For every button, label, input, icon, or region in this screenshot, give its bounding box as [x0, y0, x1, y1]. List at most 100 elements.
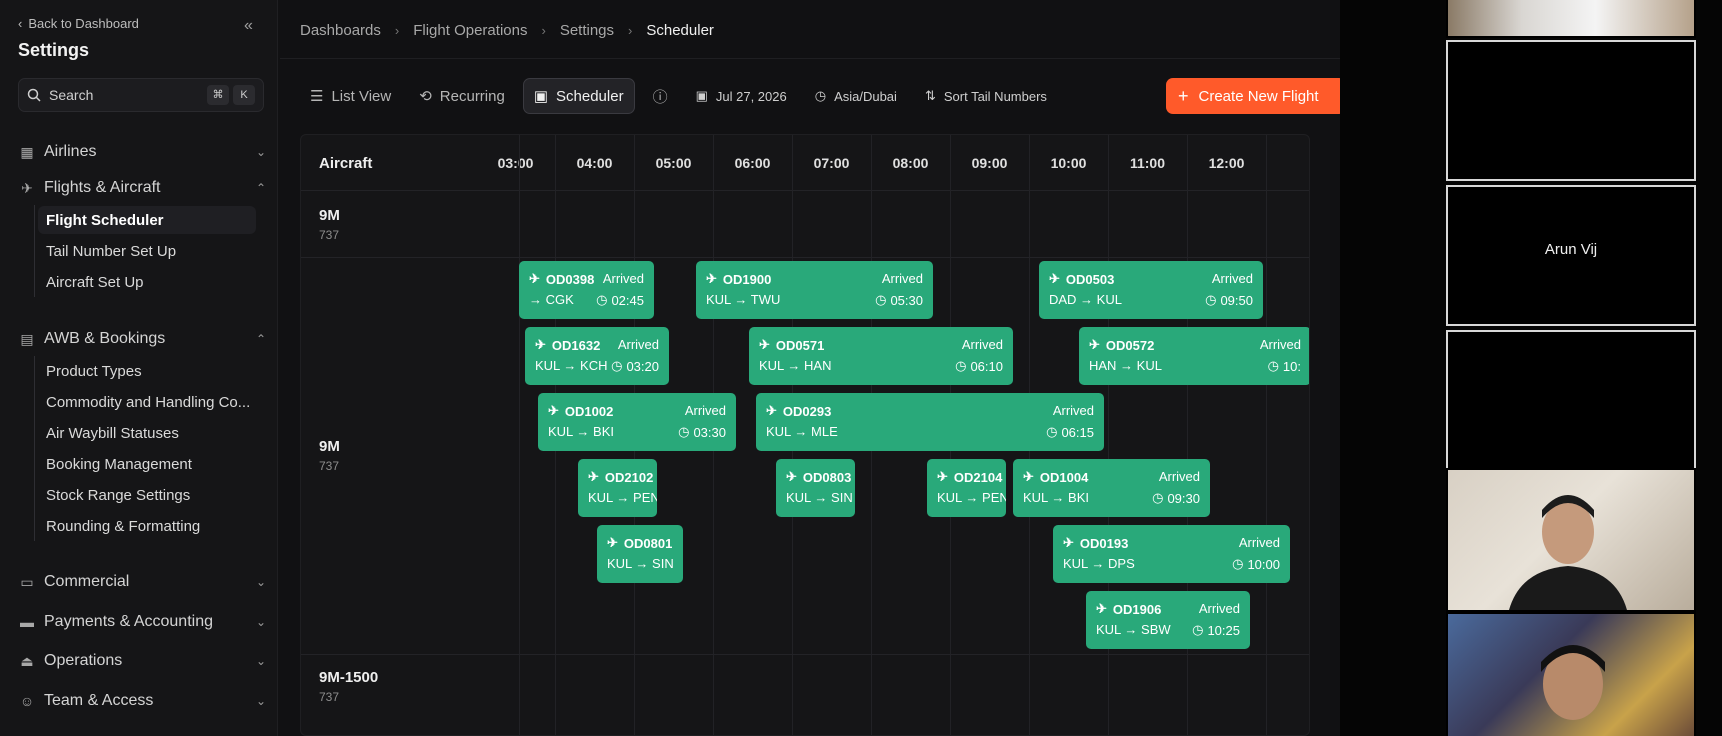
flight-block[interactable]: ✈ OD0293 Arrived KUL → MLE ◷ 06:15 — [756, 393, 1104, 451]
flight-number: OD0803 — [802, 469, 852, 485]
plane-icon: ✈ — [1023, 469, 1034, 484]
tail-number: 9M-1500 — [319, 669, 379, 686]
building-icon: ▦ — [20, 143, 34, 160]
breadcrumb-dashboards[interactable]: Dashboards — [300, 22, 381, 39]
video-tile — [1446, 612, 1696, 736]
hour-label: 04:00 — [576, 155, 613, 171]
flight-number: OD1002 — [564, 403, 614, 419]
nav-group-payments[interactable]: ▬ Payments & Accounting ⌄ — [18, 609, 266, 635]
flight-block[interactable]: ✈ OD0572 Arrived HAN → KUL ◷ 10: — [1079, 327, 1309, 385]
sidebar-item-product-types[interactable]: Product Types — [38, 357, 256, 385]
flight-number: OD0572 — [1105, 337, 1155, 353]
header-divider — [280, 58, 1340, 59]
flight-route: KUL → BKI — [548, 424, 614, 439]
sidebar-item-booking-management[interactable]: Booking Management — [38, 450, 256, 478]
list-view-button[interactable]: ☰ List View — [300, 78, 401, 114]
tail-number: 9M — [319, 207, 340, 224]
clock-icon: ◷ — [678, 424, 690, 439]
flight-number: OD2102 — [604, 469, 654, 485]
back-to-dashboard-link[interactable]: ‹ Back to Dashboard — [18, 16, 139, 31]
toolbar: ☰ List View ⟲ Recurring ▣ Scheduler ⓘ ▣ … — [300, 78, 1057, 114]
flight-number: OD0193 — [1079, 535, 1129, 551]
date-value: Jul 27, 2026 — [715, 88, 787, 104]
flight-block[interactable]: ✈ OD2102 KUL → PEN — [578, 459, 657, 517]
aircraft-type: 737 — [319, 459, 340, 473]
flight-number: OD1900 — [722, 271, 772, 287]
plane-icon: ✈ — [1049, 271, 1060, 286]
hour-label: 05:00 — [655, 155, 692, 171]
flight-block[interactable]: ✈ OD1900 Arrived KUL → TWU ◷ 05:30 — [696, 261, 933, 319]
calendar-icon: ▣ — [695, 88, 708, 103]
flight-block[interactable]: ✈ OD0803 KUL → SIN — [776, 459, 855, 517]
flight-number: OD0801 — [623, 535, 673, 551]
hour-label: 07:00 — [813, 155, 850, 171]
flight-route: KUL → TWU — [706, 292, 781, 307]
nav-group-airlines[interactable]: ▦ Airlines ⌄ — [18, 139, 266, 165]
flight-number: OD0503 — [1065, 271, 1115, 287]
flight-block[interactable]: ✈ OD0801 KUL → SIN — [597, 525, 683, 583]
nav-group-commercial[interactable]: ▭ Commercial ⌄ — [18, 569, 266, 595]
flight-route: KUL → DPS — [1063, 556, 1135, 571]
chevron-left-icon: ‹ — [18, 16, 23, 31]
sidebar-item-flight-scheduler[interactable]: Flight Scheduler — [38, 206, 256, 234]
flight-route: DAD → KUL — [1049, 292, 1122, 307]
sidebar-item-commodity-handling[interactable]: Commodity and Handling Co... — [38, 388, 256, 416]
create-label: Create New Flight — [1198, 87, 1319, 105]
flight-block[interactable]: ✈ OD0398 Arrived → CGK ◷ 02:45 — [519, 261, 654, 319]
breadcrumb-settings[interactable]: Settings — [560, 22, 614, 39]
tail-number: 9M — [319, 438, 340, 455]
recurring-button[interactable]: ⟲ Recurring — [409, 78, 515, 114]
flight-block[interactable]: ✈ OD1906 Arrived KUL → SBW ◷ 10:25 — [1086, 591, 1250, 649]
nav-group-awb-bookings[interactable]: ▤ AWB & Bookings ⌃ — [18, 326, 266, 352]
back-label: Back to Dashboard — [28, 16, 139, 31]
clock-icon: ◷ — [611, 358, 623, 373]
flight-number: OD1632 — [551, 337, 601, 353]
breadcrumb-scheduler: Scheduler — [646, 22, 714, 39]
document-icon: ▤ — [20, 330, 34, 347]
nav-group-flights-aircraft[interactable]: ✈ Flights & Aircraft ⌃ — [18, 175, 266, 201]
calendar-icon: ▣ — [533, 88, 549, 105]
operations-icon: ⏏ — [20, 652, 34, 669]
flight-block[interactable]: ✈ OD1002 Arrived KUL → BKI ◷ 03:30 — [538, 393, 736, 451]
flight-block[interactable]: ✈ OD1632 Arrived KUL → KCH ◷ 03:20 — [525, 327, 669, 385]
search-placeholder: Search — [49, 87, 94, 103]
nav-group-label: AWB & Bookings — [44, 330, 166, 347]
clock-icon: ◷ — [596, 292, 608, 307]
flight-block[interactable]: ✈ OD1004 Arrived KUL → BKI ◷ 09:30 — [1013, 459, 1210, 517]
nav-group-operations[interactable]: ⏏ Operations ⌄ — [18, 648, 266, 674]
list-view-label: List View — [331, 87, 392, 105]
flight-route: KUL → HAN — [759, 358, 832, 373]
flight-time: 09:30 — [1167, 490, 1200, 506]
create-new-flight-button[interactable]: + Create New Flight — [1166, 78, 1340, 114]
flight-block[interactable]: ✈ OD0571 Arrived KUL → HAN ◷ 06:10 — [749, 327, 1013, 385]
search-input[interactable]: Search ⌘ K — [18, 78, 264, 112]
flight-number: OD2104 — [953, 469, 1003, 485]
flight-number: OD0398 — [545, 271, 595, 287]
info-button[interactable]: ⓘ — [643, 78, 678, 114]
sort-tail-numbers-button[interactable]: ⇅ Sort Tail Numbers — [915, 78, 1057, 114]
sort-label: Sort Tail Numbers — [943, 88, 1047, 104]
collapse-sidebar-icon[interactable]: « — [244, 17, 253, 35]
sidebar-item-aircraft-set-up[interactable]: Aircraft Set Up — [38, 268, 256, 296]
flight-block[interactable]: ✈ OD2104 KUL → PEN — [927, 459, 1006, 517]
chevron-right-icon: › — [541, 23, 546, 38]
sidebar-title: Settings — [18, 40, 90, 60]
plane-icon: ✈ — [548, 403, 559, 418]
flight-status: Arrived — [1158, 469, 1200, 484]
breadcrumb-flight-operations[interactable]: Flight Operations — [413, 22, 527, 39]
grid-header: Aircraft 03:00 04:00 05:00 06:00 07:00 0… — [301, 135, 1309, 191]
video-tile — [1446, 0, 1696, 38]
sidebar-item-rounding-formatting[interactable]: Rounding & Formatting — [38, 512, 256, 540]
flight-number: OD1906 — [1112, 601, 1162, 617]
sidebar-item-air-waybill-statuses[interactable]: Air Waybill Statuses — [38, 419, 256, 447]
date-picker[interactable]: ▣ Jul 27, 2026 — [686, 78, 797, 114]
timezone-select[interactable]: ◷ Asia/Dubai — [805, 78, 907, 114]
nav-group-team-access[interactable]: ☺ Team & Access ⌄ — [18, 688, 266, 714]
flight-block[interactable]: ✈ OD0193 Arrived KUL → DPS ◷ 10:00 — [1053, 525, 1290, 583]
flight-block[interactable]: ✈ OD0503 Arrived DAD → KUL ◷ 09:50 — [1039, 261, 1263, 319]
scheduler-button[interactable]: ▣ Scheduler — [522, 78, 635, 114]
flight-status: Arrived — [1211, 271, 1253, 286]
sidebar-item-stock-range-settings[interactable]: Stock Range Settings — [38, 481, 256, 509]
sidebar-item-tail-number-set-up[interactable]: Tail Number Set Up — [38, 237, 256, 265]
main-content: Dashboards › Flight Operations › Setting… — [280, 0, 1340, 736]
